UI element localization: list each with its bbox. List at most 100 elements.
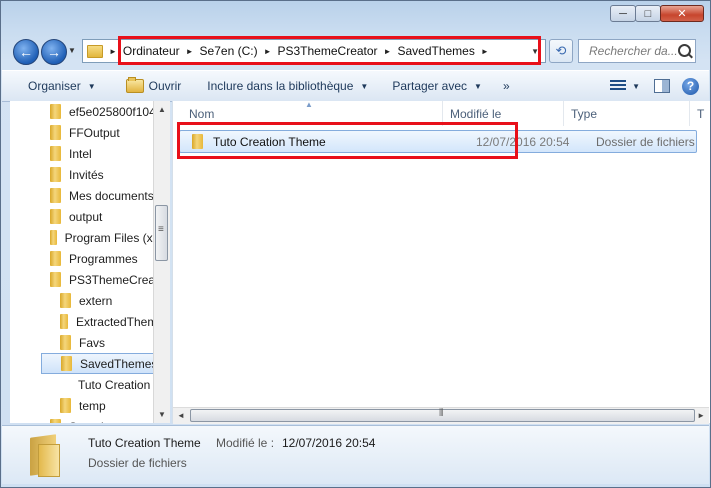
- sidebar-item[interactable]: Programmes: [10, 248, 170, 269]
- sidebar-item-label: SavedThemes: [80, 356, 158, 371]
- nav-vertical-scrollbar[interactable]: ▲ ▼: [153, 101, 170, 423]
- include-label: Inclure dans la bibliothèque: [207, 79, 354, 93]
- details-pane: Tuto Creation Theme Modifié le : 12/07/2…: [2, 425, 709, 484]
- sidebar-item-label: Programmes: [69, 251, 138, 266]
- scroll-down-icon[interactable]: ▼: [158, 410, 166, 419]
- breadcrumb-savedthemes[interactable]: SavedThemes: [397, 44, 474, 58]
- address-dropdown-icon[interactable]: ▼: [531, 47, 539, 56]
- sidebar-item[interactable]: ExtractedThemes: [10, 311, 170, 332]
- nav-scroll-thumb[interactable]: [155, 205, 168, 261]
- details-modified-value: 12/07/2016 20:54: [282, 436, 376, 450]
- folder-icon: [50, 188, 61, 203]
- chevron-right-icon[interactable]: ►: [384, 47, 392, 56]
- scroll-up-icon[interactable]: ▲: [158, 105, 166, 114]
- folder-icon: [61, 356, 72, 371]
- sidebar-item[interactable]: PS3ThemeCreator: [10, 269, 170, 290]
- chevron-right-icon[interactable]: ►: [264, 47, 272, 56]
- back-arrow-icon: ←: [19, 44, 33, 60]
- forward-button[interactable]: →: [41, 39, 67, 65]
- folder-icon: [60, 293, 71, 308]
- refresh-button[interactable]: ⟲: [549, 39, 573, 63]
- sidebar-item[interactable]: FFOutput: [10, 122, 170, 143]
- table-row[interactable]: Tuto Creation Theme 12/07/2016 20:54 Dos…: [179, 130, 697, 153]
- organize-label: Organiser: [28, 79, 81, 93]
- minimize-button[interactable]: ─: [610, 5, 636, 22]
- file-name: Tuto Creation Theme: [213, 134, 326, 149]
- chevron-down-icon[interactable]: ▼: [632, 82, 640, 91]
- breadcrumb-ps3themecreator[interactable]: PS3ThemeCreator: [278, 44, 378, 58]
- more-commands-button[interactable]: »: [497, 79, 516, 93]
- sidebar-item-label: Speedcrea: [69, 420, 127, 424]
- open-label: Ouvrir: [148, 79, 182, 93]
- sort-ascending-icon: ▲: [305, 101, 313, 109]
- sidebar-item-label: Mes documents: [69, 188, 154, 203]
- sidebar-item-label: temp: [79, 398, 106, 413]
- sidebar-item[interactable]: extern: [10, 290, 170, 311]
- breadcrumb-ordinateur[interactable]: Ordinateur: [123, 44, 180, 58]
- folder-icon: [50, 419, 61, 423]
- include-library-button[interactable]: Inclure dans la bibliothèque ▼: [200, 71, 375, 101]
- column-size[interactable]: T: [690, 101, 710, 126]
- open-button[interactable]: Ouvrir: [119, 71, 189, 101]
- column-headers: ▲ Nom Modifié le Type T: [173, 101, 710, 126]
- view-options-icon[interactable]: [610, 80, 627, 92]
- share-label: Partager avec: [392, 79, 468, 93]
- sidebar-item[interactable]: Program Files (x86): [10, 227, 170, 248]
- organize-button[interactable]: Organiser ▼: [2, 71, 103, 101]
- sidebar-item[interactable]: Invités: [10, 164, 170, 185]
- scroll-right-icon[interactable]: ►: [697, 411, 705, 420]
- command-bar: Organiser ▼ Ouvrir Inclure dans la bibli…: [2, 70, 709, 102]
- back-button[interactable]: ←: [13, 39, 39, 65]
- column-name-label: Nom: [189, 106, 215, 121]
- sidebar-item[interactable]: temp: [10, 395, 170, 416]
- history-dropdown-icon[interactable]: ▼: [68, 46, 76, 55]
- sidebar-item[interactable]: Mes documents: [10, 185, 170, 206]
- folder-icon: [50, 104, 61, 119]
- file-modified: 12/07/2016 20:54: [476, 134, 570, 149]
- chevron-down-icon: ▼: [360, 81, 369, 91]
- search-icon[interactable]: [678, 44, 691, 57]
- column-type[interactable]: Type: [564, 101, 690, 126]
- share-button[interactable]: Partager avec ▼: [385, 71, 489, 101]
- sidebar-item[interactable]: output: [10, 206, 170, 227]
- details-modified-label: Modifié le :: [216, 436, 275, 450]
- chevron-right-icon[interactable]: ►: [109, 47, 117, 56]
- sidebar-item[interactable]: ef5e025800f104: [10, 101, 170, 122]
- column-modified[interactable]: Modifié le: [443, 101, 564, 126]
- sidebar-item-label: ef5e025800f104: [69, 104, 156, 119]
- search-placeholder: Rechercher da...: [589, 44, 678, 58]
- sidebar-item-label: extern: [79, 293, 113, 308]
- column-size-label: T: [697, 106, 705, 121]
- column-name[interactable]: ▲ Nom: [173, 101, 443, 126]
- sidebar-item-label: Intel: [69, 146, 92, 161]
- scroll-left-icon[interactable]: ◄: [177, 411, 185, 420]
- content-horizontal-scrollbar[interactable]: ◄ ►: [173, 407, 709, 424]
- sidebar-item-label: Favs: [79, 335, 106, 350]
- large-folder-icon: [30, 434, 66, 477]
- chevron-down-icon: ▼: [87, 81, 96, 91]
- content-scroll-thumb[interactable]: [190, 408, 695, 422]
- breadcrumb-drive[interactable]: Se7en (C:): [200, 44, 258, 58]
- maximize-button[interactable]: □: [635, 5, 661, 22]
- sidebar-item-label: Invités: [69, 167, 104, 182]
- folder-icon: [50, 251, 61, 266]
- folder-icon: [60, 314, 68, 329]
- details-name: Tuto Creation Theme: [88, 436, 201, 450]
- folder-icon: [50, 272, 61, 287]
- sidebar-item[interactable]: SavedThemes: [41, 353, 170, 374]
- search-input[interactable]: Rechercher da...: [578, 39, 696, 63]
- address-bar[interactable]: ► Ordinateur ► Se7en (C:) ► PS3ThemeCrea…: [82, 39, 546, 63]
- sidebar-item[interactable]: Favs: [10, 332, 170, 353]
- sidebar-item[interactable]: Tuto Creation Theme: [10, 374, 170, 395]
- close-button[interactable]: ✕: [660, 5, 704, 22]
- chevron-right-icon[interactable]: ►: [186, 47, 194, 56]
- chevron-right-icon[interactable]: ►: [481, 47, 489, 56]
- file-type: Dossier de fichiers: [596, 134, 695, 149]
- folder-icon: [60, 335, 71, 350]
- help-icon[interactable]: ?: [682, 77, 699, 95]
- sidebar-item[interactable]: Speedcrea: [10, 416, 170, 423]
- refresh-icon: ⟲: [555, 43, 567, 58]
- sidebar-item[interactable]: Intel: [10, 143, 170, 164]
- folder-icon: [192, 134, 203, 149]
- preview-pane-icon[interactable]: [654, 79, 670, 93]
